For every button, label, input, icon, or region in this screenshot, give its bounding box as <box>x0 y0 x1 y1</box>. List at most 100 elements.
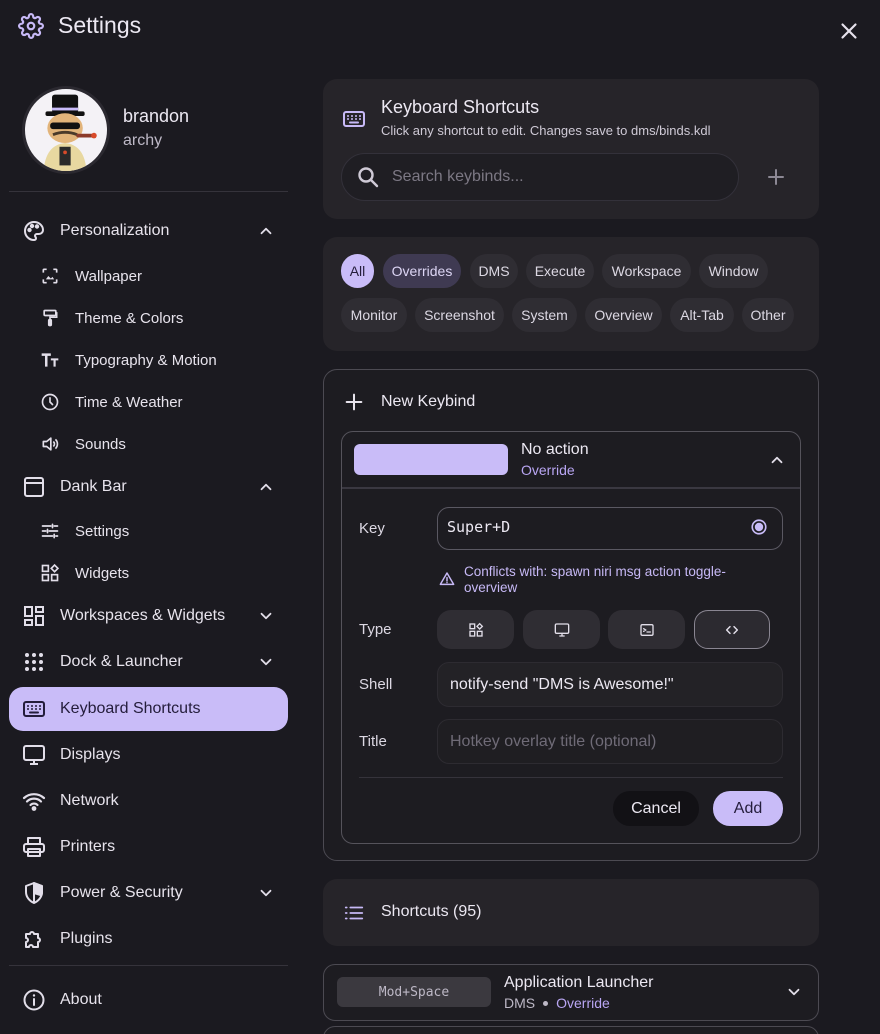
sliders-icon <box>40 521 60 541</box>
shortcut-row-partial[interactable] <box>323 1026 819 1034</box>
shortcut-meta: DMS Override <box>504 995 610 1011</box>
shortcut-source: DMS <box>504 995 536 1011</box>
plus-icon <box>343 391 365 413</box>
user-hostname: archy <box>123 132 163 149</box>
volume-icon <box>40 434 60 454</box>
avatar[interactable] <box>22 86 110 174</box>
shortcut-key: Mod+Space <box>337 977 491 1007</box>
sidebar-item-power-security[interactable]: Power & Security <box>9 871 288 915</box>
keyboard-icon <box>342 107 366 131</box>
filter-chip-system[interactable]: System <box>512 298 577 332</box>
sidebar-item-label: Dank Bar <box>60 478 127 495</box>
section-subtitle: Click any shortcut to edit. Changes save… <box>381 123 711 138</box>
shortcut-override-tag: Override <box>556 995 610 1011</box>
key-value: Super+D <box>447 518 511 536</box>
sidebar-item-label: Network <box>60 792 119 809</box>
filter-chip-overview[interactable]: Overview <box>585 298 662 332</box>
sidebar-subitem-label: Theme & Colors <box>75 309 184 327</box>
title-label: Title <box>359 733 387 750</box>
filter-chip-other[interactable]: Other <box>742 298 794 332</box>
conflict-warning: Conflicts with: spawn niri msg action to… <box>464 564 726 595</box>
section-title: Keyboard Shortcuts <box>381 97 540 117</box>
sidebar-subitem-theme-colors[interactable]: Theme & Colors <box>30 300 288 336</box>
filter-chip-screenshot[interactable]: Screenshot <box>415 298 504 332</box>
chevron-up-icon[interactable] <box>768 451 786 469</box>
printer-icon <box>22 835 46 859</box>
sidebar-subitem-bar-widgets[interactable]: Widgets <box>30 555 288 591</box>
sidebar-item-dank-bar[interactable]: Dank Bar <box>9 465 288 509</box>
add-keybind-button[interactable] <box>764 165 788 189</box>
key-label: Key <box>359 520 385 537</box>
sidebar-item-personalization[interactable]: Personalization <box>9 209 288 253</box>
add-button[interactable]: Add <box>713 791 783 826</box>
filter-chip-all[interactable]: All <box>341 254 374 288</box>
sidebar-item-label: Keyboard Shortcuts <box>60 700 201 717</box>
chevron-down-icon[interactable] <box>785 983 803 1001</box>
filter-chip-overrides[interactable]: Overrides <box>383 254 461 288</box>
terminal-icon <box>639 622 655 638</box>
shortcut-title: Application Launcher <box>504 974 654 991</box>
sidebar-divider <box>9 965 288 966</box>
search-input[interactable] <box>392 160 722 194</box>
chevron-up-icon[interactable] <box>257 222 275 240</box>
user-name: brandon <box>123 106 190 126</box>
record-radio-icon[interactable] <box>750 518 768 536</box>
palette-icon <box>22 219 46 243</box>
text-fields-icon <box>40 350 60 370</box>
sidebar-item-keyboard-shortcuts[interactable]: Keyboard Shortcuts <box>9 687 288 731</box>
type-compositor-button[interactable] <box>523 610 600 649</box>
settings-gear-icon <box>18 13 44 39</box>
sidebar-subitem-typography-motion[interactable]: Typography & Motion <box>30 342 288 378</box>
type-shell-button[interactable] <box>694 610 770 649</box>
chevron-down-icon[interactable] <box>257 607 275 625</box>
sidebar-subitem-wallpaper[interactable]: Wallpaper <box>30 258 288 294</box>
sidebar-item-printers[interactable]: Printers <box>9 825 288 869</box>
chevron-up-icon[interactable] <box>257 478 275 496</box>
filter-chip-workspace[interactable]: Workspace <box>602 254 691 288</box>
separator-dot <box>543 1000 549 1006</box>
sidebar-item-workspaces-widgets[interactable]: Workspaces & Widgets <box>9 594 288 638</box>
key-combo-preview <box>354 444 508 475</box>
list-icon <box>343 902 365 924</box>
widgets-icon <box>468 622 484 638</box>
chevron-down-icon[interactable] <box>257 884 275 902</box>
sidebar-item-label: About <box>60 991 102 1008</box>
sidebar-subitem-label: Sounds <box>75 435 126 453</box>
filter-chip-dms[interactable]: DMS <box>470 254 518 288</box>
warning-icon <box>439 571 455 587</box>
chevron-down-icon[interactable] <box>257 653 275 671</box>
window-title: Settings <box>58 12 142 38</box>
filter-chip-alt-tab[interactable]: Alt-Tab <box>670 298 734 332</box>
profile-divider <box>9 191 288 192</box>
filter-chip-execute[interactable]: Execute <box>526 254 594 288</box>
clock-icon <box>40 392 60 412</box>
editor-header-divider <box>342 487 800 489</box>
sidebar-subitem-time-weather[interactable]: Time & Weather <box>30 384 288 420</box>
widgets-icon <box>40 563 60 583</box>
sidebar-item-network[interactable]: Network <box>9 779 288 823</box>
type-spawn-button[interactable] <box>608 610 685 649</box>
sidebar-item-label: Printers <box>60 838 116 855</box>
shell-command-input[interactable] <box>450 670 770 700</box>
dashboard-icon <box>22 604 46 628</box>
wifi-icon <box>22 789 46 813</box>
keyboard-icon <box>22 697 46 721</box>
sidebar-item-displays[interactable]: Displays <box>9 733 288 777</box>
sidebar-item-label: Displays <box>60 746 121 763</box>
cancel-button[interactable]: Cancel <box>613 791 699 826</box>
shell-label: Shell <box>359 676 393 693</box>
filter-chip-monitor[interactable]: Monitor <box>341 298 407 332</box>
sidebar-subitem-sounds[interactable]: Sounds <box>30 426 288 462</box>
sidebar-item-dock-launcher[interactable]: Dock & Launcher <box>9 640 288 684</box>
monitor-icon <box>554 622 570 638</box>
filter-chip-window[interactable]: Window <box>699 254 768 288</box>
overlay-title-input[interactable] <box>450 727 770 757</box>
shortcuts-count-title: Shortcuts (95) <box>381 903 482 920</box>
type-dms-action-button[interactable] <box>437 610 514 649</box>
sidebar-item-plugins[interactable]: Plugins <box>9 917 288 961</box>
sidebar-item-about[interactable]: About <box>9 978 288 1022</box>
sidebar-item-label: Dock & Launcher <box>60 653 183 670</box>
paint-roller-icon <box>40 308 60 328</box>
sidebar-subitem-bar-settings[interactable]: Settings <box>30 513 288 549</box>
close-button[interactable] <box>836 18 862 44</box>
